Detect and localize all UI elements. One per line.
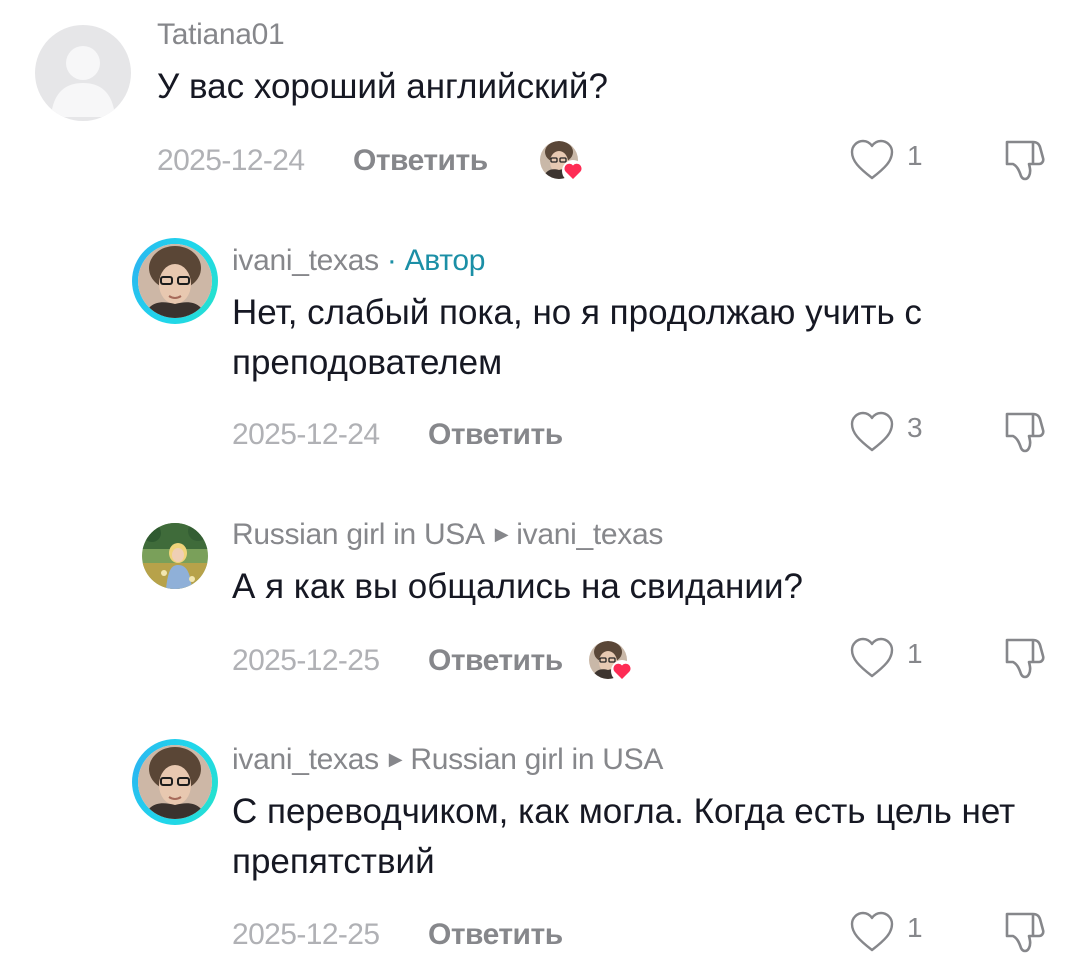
creator-liked-badge [588, 640, 633, 682]
reply-to-username[interactable]: ivani_texas [516, 518, 663, 551]
default-avatar[interactable] [35, 25, 131, 121]
author-avatar-photo [138, 244, 212, 318]
like-count: 1 [907, 638, 923, 669]
heart-outline-icon [850, 139, 894, 180]
comment-meta: 2025-12-25 Ответить 1 [232, 911, 1052, 958]
creator-liked-badge [539, 140, 584, 182]
reply-arrow-icon: ▶ [494, 524, 509, 544]
like-button[interactable]: 3 [849, 410, 923, 454]
comment-meta: 2025-12-24 Ответить 1 [157, 139, 1057, 184]
comment-text: Нет, слабый пока, но я продолжаю учить с… [232, 293, 922, 382]
author-avatar[interactable] [132, 238, 218, 324]
author-avatar-photo [138, 745, 212, 819]
heart-outline-icon [850, 411, 894, 452]
username-text[interactable]: Tatiana01 [157, 18, 285, 51]
creator-avatar-heart-icon [589, 641, 633, 682]
thumbs-down-icon [1005, 140, 1045, 181]
dislike-button[interactable] [999, 408, 1049, 458]
comment-text: А я как вы общались на свидании? [232, 567, 803, 606]
user-photo-icon [142, 523, 208, 589]
thumbs-down-icon [1005, 912, 1045, 953]
thumbs-down-icon [1005, 412, 1045, 453]
author-photo-icon [138, 244, 212, 318]
comment-date: 2025-12-24 [157, 144, 305, 177]
comment-text: С переводчиком, как могла. Когда есть це… [232, 792, 1016, 881]
photo-avatar[interactable] [142, 523, 208, 589]
creator-avatar-heart-icon [540, 141, 584, 182]
author-badge: · Автор [386, 244, 486, 277]
user-silhouette-icon [51, 46, 115, 117]
heart-outline-icon [850, 637, 894, 678]
reply-button[interactable]: Ответить [428, 418, 563, 452]
thumbs-down-icon [1005, 638, 1045, 679]
like-button[interactable]: 1 [849, 138, 923, 182]
username-text[interactable]: ivani_texas [232, 743, 379, 776]
comment-date: 2025-12-25 [232, 918, 380, 951]
reply-button[interactable]: Ответить [428, 918, 563, 952]
comment-date: 2025-12-24 [232, 418, 380, 451]
dislike-button[interactable] [999, 136, 1049, 186]
reply-button[interactable]: Ответить [353, 144, 488, 178]
author-photo-icon [138, 745, 212, 819]
reply-arrow-icon: ▶ [388, 749, 403, 769]
username-text[interactable]: Russian girl in USA [232, 518, 485, 551]
reply-to-username[interactable]: Russian girl in USA [410, 743, 663, 776]
like-count: 1 [907, 140, 923, 171]
author-avatar[interactable] [132, 739, 218, 825]
dislike-button[interactable] [999, 908, 1049, 958]
comment-username[interactable]: Tatiana01 [157, 18, 285, 52]
comment-username: Russian girl in USA ▶ ivani_texas [232, 518, 663, 552]
like-button[interactable]: 1 [849, 910, 923, 954]
like-count: 1 [907, 912, 923, 943]
like-count: 3 [907, 412, 923, 443]
comment-date: 2025-12-25 [232, 644, 380, 677]
comment-meta: 2025-12-25 Ответить 1 [232, 637, 1052, 684]
username-text[interactable]: ivani_texas [232, 244, 379, 277]
reply-button[interactable]: Ответить [428, 644, 563, 678]
comment-text: У вас хороший английский? [157, 67, 608, 106]
comment-meta: 2025-12-24 Ответить 3 [232, 411, 1052, 458]
heart-outline-icon [850, 911, 894, 952]
dislike-button[interactable] [999, 634, 1049, 684]
comment-username: ivani_texas · Автор [232, 244, 485, 278]
like-button[interactable]: 1 [849, 636, 923, 680]
comment-username: ivani_texas ▶ Russian girl in USA [232, 743, 663, 777]
